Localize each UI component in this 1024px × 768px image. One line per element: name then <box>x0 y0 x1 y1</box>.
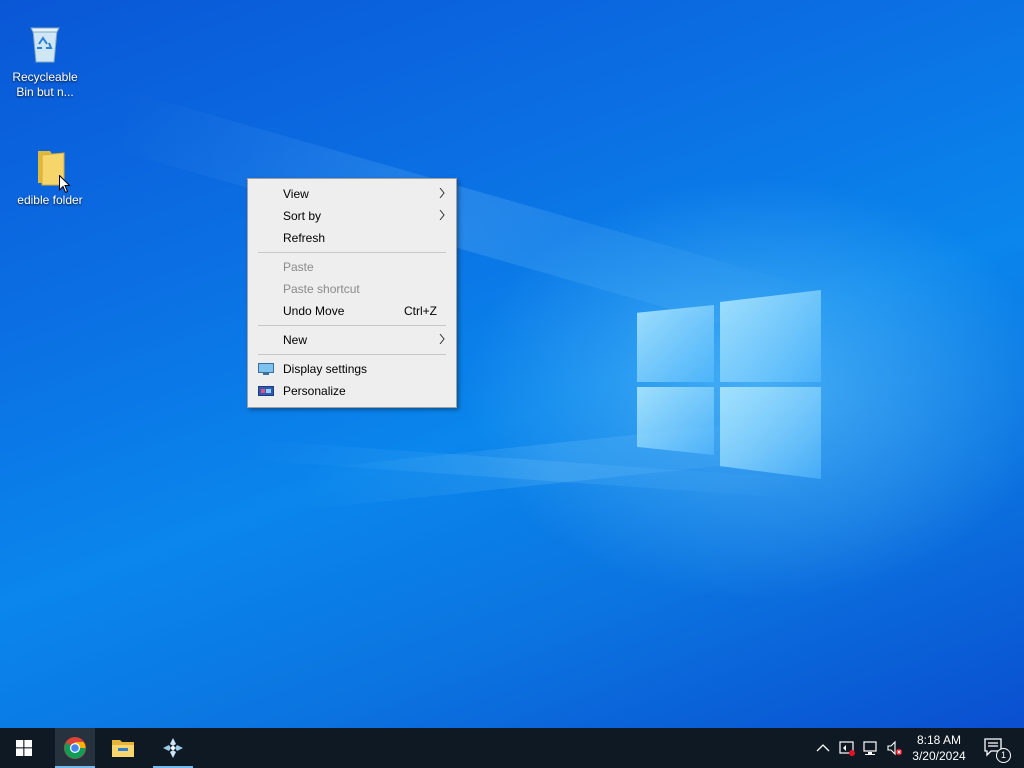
clock-time: 8:18 AM <box>916 733 962 747</box>
taskbar: 8:18 AM 3/20/2024 1 <box>0 728 1024 768</box>
menu-item-personalize[interactable]: Personalize <box>249 380 455 402</box>
logo-pane <box>720 290 821 382</box>
taskbar-button-chrome[interactable] <box>55 728 95 768</box>
clock-date: 3/20/2024 <box>912 749 966 763</box>
action-center-button[interactable]: 1 <box>982 728 1012 768</box>
menu-item-undo-move[interactable]: Undo Move Ctrl+Z <box>249 300 455 322</box>
taskbar-clock[interactable]: 8:18 AM 3/20/2024 <box>906 732 972 764</box>
menu-item-label: View <box>283 187 309 201</box>
logo-pane <box>720 387 821 479</box>
menu-item-label: New <box>283 333 308 347</box>
menu-item-label: Undo Move <box>283 304 345 318</box>
menu-item-label: Sort by <box>283 209 322 223</box>
menu-item-paste-shortcut[interactable]: Paste shortcut <box>249 278 455 300</box>
desktop-icon-recycle-bin[interactable]: Recycleable Bin but n... <box>8 22 82 100</box>
menu-item-label: Personalize <box>283 384 346 398</box>
menu-separator <box>258 354 446 355</box>
security-icon[interactable] <box>839 740 855 756</box>
menu-item-display-settings[interactable]: Display settings <box>249 358 455 380</box>
menu-item-refresh[interactable]: Refresh <box>249 227 455 249</box>
notification-count: 1 <box>1000 750 1006 760</box>
volume-muted-icon[interactable] <box>887 740 903 756</box>
desktop-icon-label: Recycleable Bin but n... <box>12 70 78 99</box>
menu-item-label: Paste <box>283 260 314 274</box>
desktop-icon-label: edible folder <box>17 193 83 207</box>
menu-separator <box>258 252 446 253</box>
start-button[interactable] <box>0 728 48 768</box>
network-icon[interactable] <box>863 740 879 756</box>
menu-item-new[interactable]: New <box>249 329 455 351</box>
taskbar-button-app[interactable] <box>153 728 193 768</box>
light-beam <box>111 91 821 348</box>
logo-pane <box>637 305 714 382</box>
display-settings-icon <box>258 363 274 375</box>
menu-item-label: Paste shortcut <box>283 282 360 296</box>
menu-item-paste[interactable]: Paste <box>249 256 455 278</box>
app-icon <box>163 738 183 758</box>
menu-separator <box>258 325 446 326</box>
logo-pane <box>637 387 714 455</box>
file-explorer-icon <box>112 740 134 757</box>
chevron-up-icon[interactable] <box>815 740 831 756</box>
recycle-bin-icon <box>25 22 65 64</box>
personalize-icon <box>258 386 274 396</box>
chevron-right-icon <box>439 188 445 198</box>
menu-item-sort-by[interactable]: Sort by <box>249 205 455 227</box>
menu-item-shortcut: Ctrl+Z <box>404 304 437 318</box>
menu-item-view[interactable]: View <box>249 183 455 205</box>
windows-start-icon <box>16 740 32 756</box>
mouse-cursor-icon <box>59 175 71 194</box>
menu-item-label: Refresh <box>283 231 326 245</box>
taskbar-button-file-explorer[interactable] <box>103 728 143 768</box>
desktop-context-menu: View Sort by Refresh Paste Paste shortcu… <box>247 178 457 408</box>
notification-count-badge: 1 <box>996 748 1011 763</box>
desktop-background[interactable]: Recycleable Bin but n... edible folder V… <box>0 0 1024 728</box>
chevron-right-icon <box>439 334 445 344</box>
desktop-icon-edible-folder[interactable]: edible folder <box>13 145 87 208</box>
menu-item-label: Display settings <box>283 362 368 376</box>
chevron-right-icon <box>439 210 445 220</box>
chrome-icon <box>64 737 86 759</box>
